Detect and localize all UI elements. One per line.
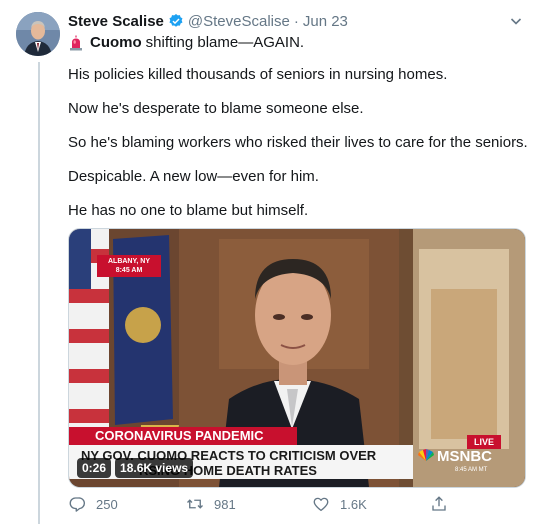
video-duration: 0:26	[77, 458, 112, 478]
lead-text: shifting blame—AGAIN.	[145, 34, 305, 51]
tweet-header: Steve Scalise @SteveScalise · Jun 23	[68, 10, 525, 32]
thread-line	[38, 62, 40, 524]
like-count: 1.6K	[340, 496, 367, 512]
tweet-paragraph: His policies killed thousands of seniors…	[68, 66, 448, 83]
share-button[interactable]	[430, 493, 458, 515]
reply-count: 250	[96, 496, 118, 512]
location-text: ALBANY, NY	[107, 258, 150, 265]
siren-icon	[68, 35, 84, 51]
like-icon	[313, 497, 329, 512]
location-badge: ALBANY, NY 8:45 AM	[97, 255, 161, 277]
tweet-paragraph: Now he's desperate to blame someone else…	[68, 100, 364, 117]
action-bar: 250 981 1.6K	[68, 493, 468, 515]
share-icon	[432, 496, 446, 511]
tweet-paragraph: He has no one to blame but himself.	[68, 202, 309, 219]
network-logo: MSNBC	[417, 447, 507, 479]
location-time: 8:45 AM	[115, 267, 143, 274]
reply-button[interactable]: 250	[68, 493, 118, 515]
display-name[interactable]: Steve Scalise	[68, 13, 164, 30]
lead-bold-text: Cuomo	[90, 34, 142, 51]
handle[interactable]: @SteveScalise	[188, 13, 290, 30]
reply-icon	[69, 497, 86, 512]
video-player[interactable]: ALBANY, NY 8:45 AM CORONAVIRUS PANDEMIC …	[68, 228, 526, 488]
chevron-down-icon[interactable]	[507, 12, 525, 30]
retweet-button[interactable]: 981	[186, 493, 236, 515]
avatar[interactable]	[16, 12, 60, 56]
tweet-paragraph: So he's blaming workers who risked their…	[68, 134, 528, 151]
like-button[interactable]: 1.6K	[312, 493, 367, 515]
tweet-lead: Cuomo shifting blame—AGAIN.	[68, 34, 304, 51]
network-time: 8:45 AM MT	[455, 467, 488, 473]
retweet-count: 981	[214, 496, 236, 512]
tweet-paragraph: Despicable. A new low—even for him.	[68, 168, 319, 185]
separator-dot: ·	[293, 12, 299, 30]
network-name: MSNBC	[437, 448, 492, 465]
video-stats: 0:26 18.6K views	[77, 458, 194, 478]
retweet-icon	[187, 499, 203, 509]
banner-topic: CORONAVIRUS PANDEMIC	[69, 427, 297, 445]
peacock-icon	[417, 447, 435, 467]
view-count: 18.6K views	[115, 458, 194, 478]
tweet-date[interactable]: Jun 23	[303, 13, 348, 30]
verified-badge-icon	[168, 13, 184, 29]
